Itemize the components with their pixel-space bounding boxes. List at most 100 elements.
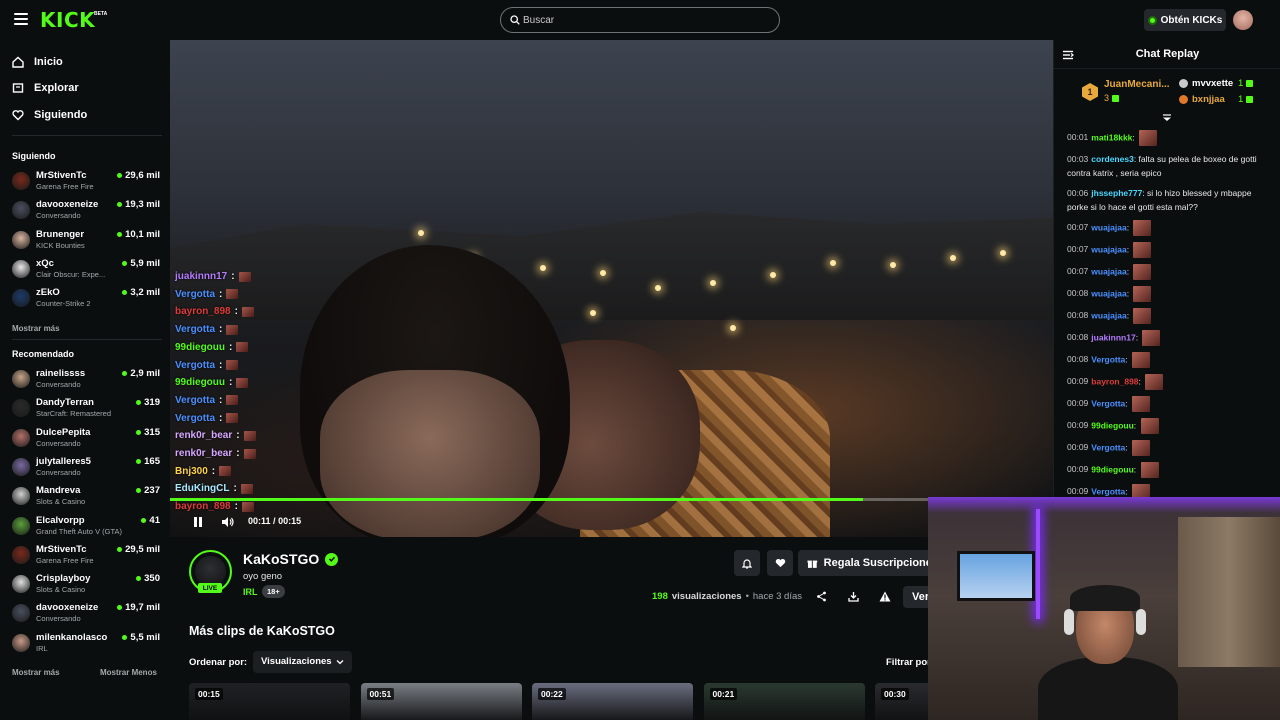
menu-icon[interactable]: [14, 13, 28, 25]
download-button[interactable]: [847, 590, 859, 602]
user-avatar[interactable]: [1233, 10, 1253, 30]
chat-username[interactable]: wuajajaa: [1091, 222, 1126, 232]
chat-username[interactable]: wuajajaa: [1091, 288, 1126, 298]
clip-card[interactable]: 00:22: [532, 683, 693, 720]
sidebar-channel[interactable]: xQc Clair Obscur: Expe... 5,9 mil: [12, 257, 160, 283]
sidebar-channel[interactable]: davooxeneize Conversando 19,7 mil: [12, 601, 160, 627]
nav-following[interactable]: Siguiendo: [12, 106, 87, 124]
video-chat-line: 99diegouu:: [175, 342, 249, 353]
webcam-neon-light: [928, 497, 1280, 513]
sidebar-channel[interactable]: rainelissss Conversando 2,9 mil: [12, 367, 160, 393]
chat-username[interactable]: 99diegouu: [1091, 420, 1134, 430]
clip-card[interactable]: 00:21: [703, 683, 865, 720]
chat-username[interactable]: Vergotta: [1091, 486, 1125, 496]
channel-name: Mandreva: [36, 485, 81, 497]
verified-icon: [325, 552, 339, 566]
show-more-following[interactable]: Mostrar más: [12, 324, 60, 333]
viewer-count-value: 10,1 mil: [125, 228, 160, 240]
follow-button[interactable]: [767, 550, 793, 576]
channel-avatar: [12, 201, 30, 220]
chat-username[interactable]: 99diegouu: [1091, 464, 1134, 474]
pause-icon[interactable]: [192, 516, 204, 528]
sidebar-divider: [12, 339, 162, 340]
sidebar-channel[interactable]: MrStivenTc Garena Free Fire 29,6 mil: [12, 169, 160, 195]
search-bar[interactable]: [500, 7, 780, 33]
gifter-name: mvvxette: [1192, 78, 1234, 89]
heart-icon: [775, 558, 785, 568]
notification-button[interactable]: [734, 550, 760, 576]
show-less-recommended[interactable]: Mostrar Menos: [100, 668, 157, 677]
sidebar-channel[interactable]: Elcalvorpp Grand Theft Auto V (GTA) 41: [12, 514, 160, 540]
gift-subs-button[interactable]: Regala Suscripciones: [798, 550, 938, 576]
clip-card[interactable]: 00:51: [360, 683, 522, 720]
show-more-recommended[interactable]: Mostrar más: [12, 668, 60, 677]
chat-username[interactable]: wuajajaa: [1091, 310, 1126, 320]
chat-username[interactable]: mati18kkk: [1091, 132, 1132, 142]
city-light: [600, 270, 606, 276]
sidebar-channel[interactable]: DandyTerran StarCraft: Remastered 319: [12, 396, 160, 422]
gifter-row[interactable]: bxnjjaa 1: [1179, 94, 1254, 105]
channel-category: Garena Free Fire: [36, 182, 94, 191]
live-dot-icon: [136, 576, 142, 582]
channel-category: Conversando: [36, 467, 81, 477]
filter-dropdown[interactable]: Filtrar por: [886, 657, 931, 668]
chat-username[interactable]: Vergotta: [1091, 354, 1125, 364]
clip-duration: 00:22: [538, 688, 566, 700]
chat-timestamp: 00:09: [1067, 442, 1089, 453]
live-dot-icon: [122, 260, 128, 266]
headset-icon: [1136, 609, 1146, 635]
sidebar-channel[interactable]: zEkO Counter-Strike 2 3,2 mil: [12, 286, 160, 312]
chat-username[interactable]: wuajajaa: [1091, 244, 1126, 254]
expand-pinned-icon[interactable]: [1162, 114, 1172, 122]
city-light: [710, 280, 716, 286]
clip-card[interactable]: 00:15: [189, 683, 350, 720]
sidebar-channel[interactable]: MrStivenTc Garena Free Fire 29,5 mil: [12, 543, 160, 569]
chat-username[interactable]: juakinnn17: [1091, 332, 1135, 342]
kick-logo[interactable]: KICK: [40, 9, 95, 31]
chat-username[interactable]: cordenes3: [1091, 154, 1134, 164]
channel-name: DandyTerran: [36, 397, 94, 409]
chat-username[interactable]: Vergotta: [1091, 398, 1125, 408]
video-chat-user: EduKingCL: [175, 483, 230, 495]
video-chat-user: bayron_898: [175, 501, 231, 513]
sidebar-channel[interactable]: Mandreva Slots & Casino 237: [12, 484, 160, 510]
channel-category: Conversando: [36, 614, 81, 624]
emote-icon: [1142, 330, 1161, 346]
sidebar-channel[interactable]: davooxeneize Conversando 19,3 mil: [12, 198, 160, 224]
chat-colon: :: [1126, 310, 1132, 321]
search-input[interactable]: [523, 11, 773, 29]
chat-username[interactable]: jhssephe777: [1091, 188, 1142, 198]
get-kicks-button[interactable]: Obtén KICKs: [1144, 9, 1226, 31]
streamer-name[interactable]: KaKoSTGO: [243, 551, 319, 567]
video-player[interactable]: juakinnn17: Vergotta: bayron_898: Vergotta:…: [170, 40, 1053, 537]
nav-home[interactable]: Inicio: [12, 53, 63, 71]
video-chat-colon: :: [219, 324, 223, 336]
sidebar-channel[interactable]: julytalleres5 Conversando 165: [12, 455, 160, 481]
chat-username[interactable]: wuajajaa: [1091, 266, 1126, 276]
sidebar-channel[interactable]: Crisplayboy Slots & Casino 350: [12, 572, 160, 598]
video-chat-line: EduKingCL:: [175, 483, 253, 494]
chat-message: 00:09 Vergotta:: [1067, 396, 1272, 412]
live-dot-icon: [122, 371, 128, 376]
report-button[interactable]: [879, 590, 891, 602]
video-chat-user: Bnj300: [175, 465, 208, 477]
sidebar-channel[interactable]: milenkanolasco IRL 5,5 mil: [12, 631, 160, 657]
sort-dropdown[interactable]: Visualizaciones: [253, 651, 352, 673]
gift-icon: [807, 560, 818, 568]
viewer-count: 29,6 mil: [117, 170, 160, 181]
sidebar-channel[interactable]: DulcePepita Conversando 315: [12, 426, 160, 452]
channel-avatar: [12, 633, 30, 652]
chat-title: Chat Replay: [1135, 48, 1200, 60]
chat-username[interactable]: bayron_898: [1091, 376, 1138, 386]
gifter-row[interactable]: mvvxette 1: [1179, 78, 1254, 89]
viewer-count-value: 165: [144, 455, 160, 467]
chat-username[interactable]: Vergotta: [1091, 442, 1125, 452]
sidebar-channel[interactable]: Brunenger KICK Bounties 10,1 mil: [12, 228, 160, 254]
nav-explore[interactable]: Explorar: [12, 79, 79, 97]
chat-timestamp: 00:08: [1067, 310, 1089, 321]
live-dot-icon: [136, 458, 142, 464]
video-progress-bar[interactable]: [170, 498, 1053, 501]
volume-icon[interactable]: [221, 516, 235, 528]
share-button[interactable]: [815, 590, 827, 602]
stream-category[interactable]: IRL: [243, 587, 258, 597]
